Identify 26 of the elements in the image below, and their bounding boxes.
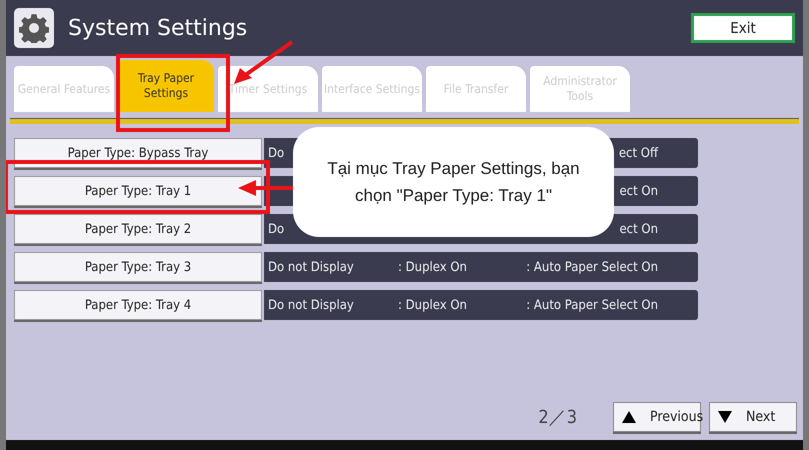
page-counter: 2／3 (538, 406, 577, 429)
auto-select-value: ect Off (618, 146, 658, 160)
display-value: Do (268, 222, 284, 236)
duplex-value: : Duplex On (398, 260, 467, 274)
paper-type-button[interactable]: Paper Type: Tray 1 (14, 176, 262, 206)
auto-select-value: ect On (619, 184, 658, 198)
paper-type-button[interactable]: Paper Type: Tray 2 (14, 214, 262, 244)
down-triangle-icon (718, 411, 732, 423)
paper-type-button[interactable]: Paper Type: Tray 3 (14, 252, 262, 282)
auto-select-value: : Auto Paper Select On (526, 298, 658, 312)
paper-type-button[interactable]: Paper Type: Tray 4 (14, 290, 262, 320)
exit-button[interactable]: Exit (691, 13, 795, 43)
next-button[interactable]: Next (709, 402, 797, 432)
window-title: System Settings (68, 16, 248, 40)
up-triangle-icon (622, 411, 636, 423)
gear-icon (14, 8, 54, 48)
arrow (238, 180, 293, 196)
auto-select-value: : Auto Paper Select On (526, 260, 658, 274)
display-value: Do (268, 146, 284, 160)
auto-select-value: ect On (619, 222, 658, 236)
duplex-value: : Duplex On (398, 298, 467, 312)
display-value: Do not Display (268, 260, 354, 274)
callout-note: Tại mục Tray Paper Settings, bạn chọn "Paper Type: Tray 1" (293, 127, 614, 237)
display-value: Do not Display (268, 298, 354, 312)
tab[interactable]: Tray Paper Settings (118, 60, 214, 112)
previous-button[interactable]: Previous (613, 402, 701, 432)
